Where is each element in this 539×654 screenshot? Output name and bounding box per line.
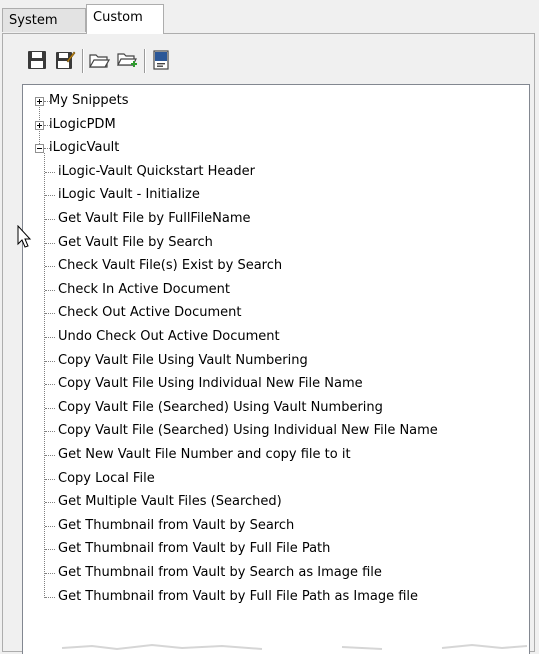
save-as-icon	[56, 51, 76, 69]
tree-guide-line	[45, 478, 55, 480]
tree-child-item[interactable]: Undo Check Out Active Document	[58, 327, 280, 347]
save-as-button[interactable]	[52, 47, 78, 73]
tree-child-item[interactable]: Copy Vault File (Searched) Using Vault N…	[58, 398, 383, 418]
tree-child-item[interactable]: Get Vault File by Search	[58, 233, 213, 253]
tab-custom[interactable]: Custom	[86, 4, 164, 34]
tree-child-item[interactable]: Copy Vault File Using Vault Numbering	[58, 351, 308, 371]
torn-edge	[61, 643, 528, 651]
window-icon	[153, 50, 169, 70]
tree-guide-line	[45, 407, 55, 409]
tree-root-item[interactable]: My Snippets	[49, 91, 129, 111]
tree-guide-line	[45, 455, 55, 456]
window-button[interactable]	[148, 47, 174, 73]
tree-guide-line	[45, 171, 55, 173]
tree-child-item[interactable]: Get Multiple Vault Files (Searched)	[58, 492, 282, 512]
tree-child-item[interactable]: iLogic-Vault Quickstart Header	[58, 162, 255, 182]
toolbar-separator	[82, 49, 83, 73]
tree-guide-line	[45, 266, 55, 268]
tree-guide-line	[45, 549, 55, 551]
tree-child-item[interactable]: Get Vault File by FullFileName	[58, 209, 251, 229]
tab-system[interactable]: System	[2, 8, 86, 32]
tree-guide-line	[45, 289, 55, 291]
tree-guide-line	[45, 525, 55, 527]
tree-root-item[interactable]: iLogicVault	[49, 138, 119, 158]
tree-guide-line	[45, 384, 55, 386]
tree-guide-line	[45, 313, 55, 315]
toolbar-separator	[144, 49, 145, 73]
tree-child-item[interactable]: Copy Local File	[58, 469, 155, 489]
tree-guide-line	[45, 431, 55, 433]
tree-guide-line	[45, 573, 55, 574]
tree-child-item[interactable]: Get Thumbnail from Vault by Full File Pa…	[58, 587, 418, 607]
tree-child-item[interactable]: Get Thumbnail from Vault by Search	[58, 516, 294, 536]
tree-root-item[interactable]: iLogicPDM	[49, 115, 116, 135]
tree-guide-line	[45, 360, 55, 362]
add-folder-icon	[117, 53, 137, 67]
tree-guide-line	[45, 337, 55, 338]
tab-strip: System Custom	[0, 0, 539, 34]
add-folder-button[interactable]	[114, 47, 140, 73]
save-button[interactable]	[24, 47, 50, 73]
tree-guide-line	[45, 596, 55, 598]
tree-child-item[interactable]: Check In Active Document	[58, 280, 230, 300]
tree-guide-line	[45, 502, 55, 504]
tree-guide-line	[45, 219, 55, 220]
tree-child-item[interactable]: Copy Vault File (Searched) Using Individ…	[58, 421, 438, 441]
tree-child-item[interactable]: Copy Vault File Using Individual New Fil…	[58, 374, 363, 394]
tree-child-item[interactable]: Get New Vault File Number and copy file …	[58, 445, 351, 465]
mouse-cursor-icon	[17, 225, 32, 248]
tree-child-item[interactable]: iLogic Vault - Initialize	[58, 185, 200, 205]
tree-child-item[interactable]: Check Out Active Document	[58, 303, 242, 323]
tree-child-item[interactable]: Get Thumbnail from Vault by Search as Im…	[58, 563, 382, 583]
tree-guide-line	[45, 242, 55, 244]
tree-child-item[interactable]: Get Thumbnail from Vault by Full File Pa…	[58, 539, 330, 559]
tree-child-item[interactable]: Check Vault File(s) Exist by Search	[58, 256, 282, 276]
open-folder-icon	[88, 54, 110, 68]
collapse-icon[interactable]	[35, 144, 44, 154]
tree-guide-line	[45, 195, 55, 197]
snippet-tree[interactable]: My Snippets iLogicPDM iLogicVault iLogic-Va…	[22, 84, 530, 654]
open-button[interactable]	[86, 47, 112, 73]
expand-icon[interactable]	[35, 97, 44, 106]
save-icon	[28, 51, 46, 69]
expand-icon[interactable]	[35, 120, 44, 130]
